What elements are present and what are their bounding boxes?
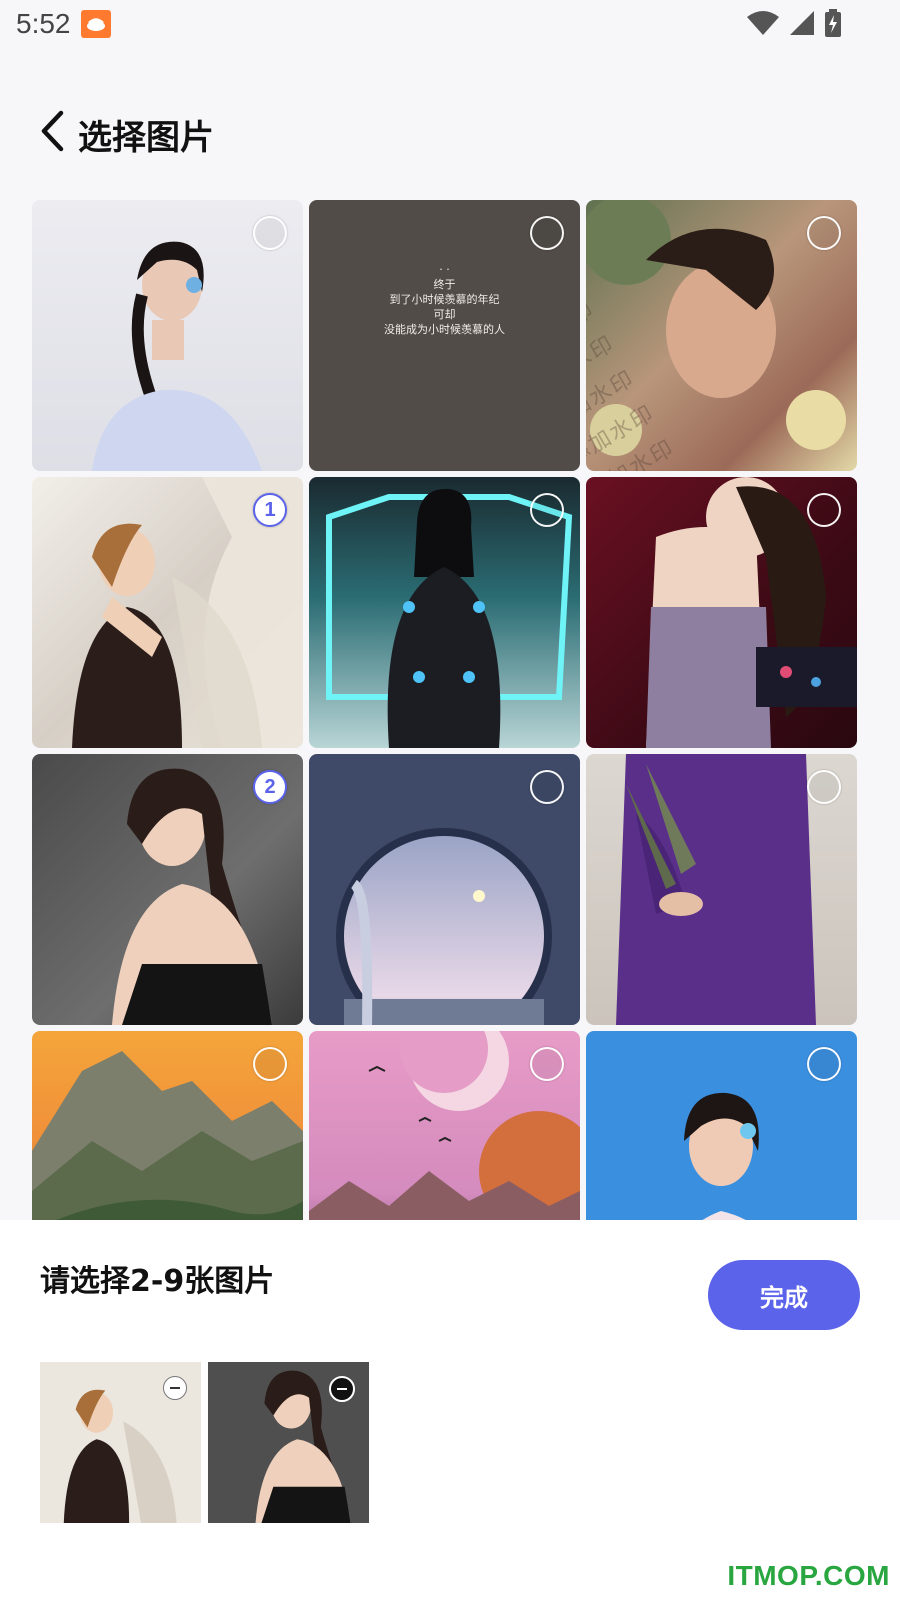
select-circle[interactable]: [807, 216, 841, 250]
photo-tile[interactable]: [586, 477, 857, 748]
status-time: 5:52: [16, 8, 71, 39]
photo-tile[interactable]: [586, 1031, 857, 1220]
photo-tile[interactable]: 添加水印 添加水印 添加水印 添加水印 添加水印 添加水印 添加水印: [586, 200, 857, 471]
select-circle[interactable]: [530, 493, 564, 527]
app-notification-icon: [81, 10, 111, 38]
select-circle[interactable]: [253, 1047, 287, 1081]
select-circle[interactable]: 2: [253, 770, 287, 804]
remove-thumb-button[interactable]: [329, 1376, 355, 1402]
select-circle[interactable]: 1: [253, 493, 287, 527]
photo-tile[interactable]: 2: [32, 754, 303, 1025]
select-circle[interactable]: [530, 216, 564, 250]
back-button[interactable]: [30, 108, 74, 158]
photo-tile[interactable]: [586, 754, 857, 1025]
photo-tile[interactable]: [309, 477, 580, 748]
selection-hint: 请选择2-9张图片: [40, 1264, 275, 1299]
select-circle[interactable]: [807, 493, 841, 527]
brand-watermark: ITMOP.COM: [727, 1560, 890, 1591]
photo-tile[interactable]: [32, 200, 303, 471]
battery-charging-icon: [824, 9, 842, 41]
status-icons: [746, 9, 842, 41]
selected-thumb[interactable]: [40, 1362, 201, 1523]
photo-tile[interactable]: 1: [32, 477, 303, 748]
select-circle[interactable]: [530, 770, 564, 804]
minus-circle-icon: [170, 1387, 180, 1389]
photo-grid: · · 终于 到了小时候羡慕的年纪 可却 没能成为小时候羡慕的人 添加水印 添加…: [32, 200, 869, 1220]
minus-circle-icon: [337, 1388, 347, 1390]
select-circle[interactable]: [807, 770, 841, 804]
select-circle[interactable]: [253, 216, 287, 250]
status-bar: 5:52: [0, 0, 900, 50]
photo-tile[interactable]: [309, 754, 580, 1025]
page-title: 选择图片: [78, 118, 214, 158]
selected-thumb[interactable]: [208, 1362, 369, 1523]
photo-caption: · · 终于 到了小时候羡慕的年纪 可却 没能成为小时候羡慕的人: [384, 263, 505, 336]
header: 选择图片: [0, 100, 900, 170]
bottom-sheet: 请选择2-9张图片 完成 ITMOP.COM: [0, 1220, 900, 1600]
chevron-left-icon: [37, 110, 67, 156]
wifi-icon: [746, 9, 780, 41]
photo-tile[interactable]: · · 终于 到了小时候羡慕的年纪 可却 没能成为小时候羡慕的人: [309, 200, 580, 471]
signal-icon: [788, 9, 816, 41]
select-circle[interactable]: [530, 1047, 564, 1081]
done-button[interactable]: 完成: [708, 1260, 860, 1330]
photo-tile[interactable]: [309, 1031, 580, 1220]
select-circle[interactable]: [807, 1047, 841, 1081]
photo-tile[interactable]: [32, 1031, 303, 1220]
remove-thumb-button[interactable]: [163, 1376, 187, 1400]
